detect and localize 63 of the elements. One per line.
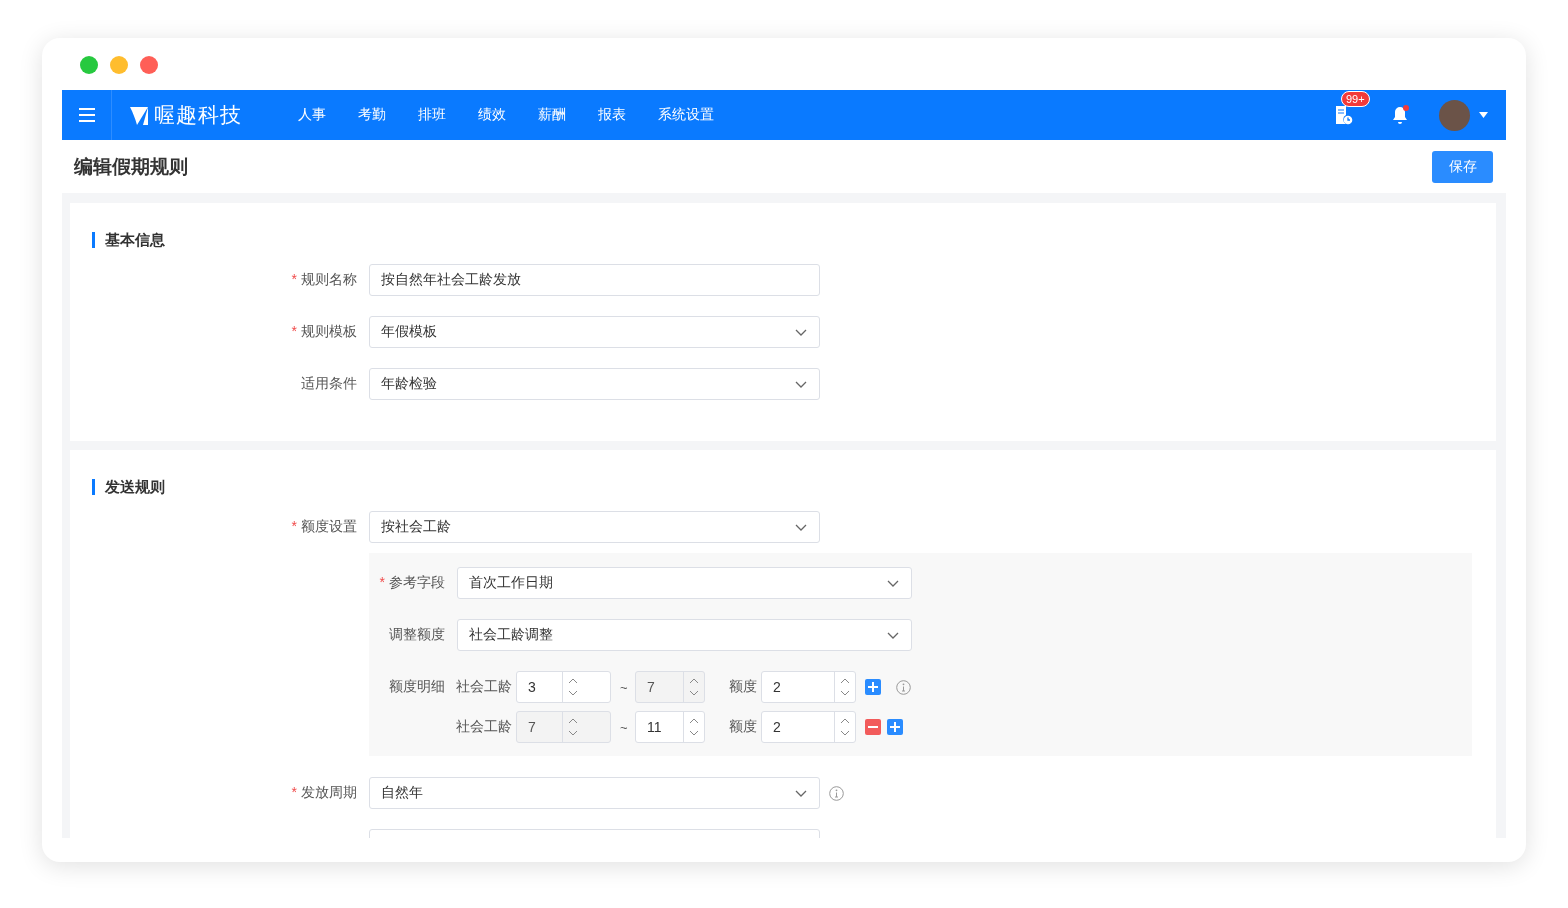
nav-menu-item[interactable]: 系统设置 [642, 106, 730, 124]
window-control-dot[interactable] [140, 56, 158, 74]
field-label: 社会工龄 [456, 718, 512, 736]
nav-menu-item[interactable]: 绩效 [462, 106, 522, 124]
required-mark: * [379, 574, 385, 590]
plus-icon [868, 682, 878, 692]
select-field[interactable]: 首次工作日期 [457, 567, 912, 599]
nav-menu-item[interactable]: 排班 [402, 106, 462, 124]
field-label: * 参考字段 [378, 574, 445, 592]
field-label: 额度明细 [388, 678, 445, 696]
brand-name: 喔趣科技 [154, 102, 242, 128]
info-icon[interactable] [829, 785, 844, 801]
nav-menu-item[interactable]: 薪酬 [522, 106, 582, 124]
number-input[interactable]: 11 [635, 711, 705, 743]
add-button[interactable] [887, 719, 903, 735]
document-clock-icon[interactable] [1335, 105, 1353, 125]
caret-icon[interactable] [1479, 112, 1488, 118]
nav-menu-item[interactable]: 考勤 [342, 106, 402, 124]
add-button[interactable] [865, 679, 881, 695]
field-label: * 发放周期 [290, 784, 357, 802]
field-label: 社会工龄 [456, 678, 512, 696]
avatar[interactable] [1439, 99, 1470, 131]
select-field[interactable]: 按社会工龄 [369, 511, 820, 543]
field-label: * 规则模板 [290, 323, 357, 341]
chevron-down-icon [795, 789, 807, 797]
window-control-dot[interactable] [110, 56, 128, 74]
select-field[interactable]: 年假模板 [369, 316, 820, 348]
chevron-down-icon [795, 523, 807, 531]
select-field[interactable]: 年龄检验 [369, 368, 820, 400]
select-field[interactable]: 自然年 [369, 777, 820, 809]
bell-icon[interactable] [1391, 105, 1409, 125]
field-label: 额度 [729, 718, 757, 736]
plus-icon [890, 722, 900, 732]
page-title: 编辑假期规则 [74, 154, 188, 179]
nav-menu-item[interactable]: 人事 [282, 106, 342, 124]
number-input[interactable]: 2 [761, 671, 856, 703]
field-label: * 额度设置 [290, 518, 357, 536]
text-input[interactable]: 按自然年社会工龄发放 [369, 264, 820, 296]
section-title: 基本信息 [92, 232, 1472, 248]
chevron-down-icon [887, 579, 899, 587]
field-label: 适用条件 [300, 375, 357, 393]
field-label: * 规则名称 [290, 271, 357, 289]
required-mark: * [291, 518, 297, 534]
number-input[interactable]: 2 [761, 711, 856, 743]
field-label: 调整额度 [388, 626, 445, 644]
window-control-dot[interactable] [80, 56, 98, 74]
logo-icon [128, 104, 150, 126]
select-field[interactable]: 社会工龄调整 [457, 619, 912, 651]
required-mark: * [291, 323, 297, 339]
notification-count-badge: 99+ [1341, 91, 1370, 107]
required-mark: * [291, 784, 297, 800]
number-input[interactable]: 3 [516, 671, 611, 703]
field-label: 额度 [729, 678, 757, 696]
chevron-down-icon [887, 631, 899, 639]
info-icon[interactable] [896, 679, 911, 695]
required-mark: * [291, 271, 297, 287]
range-separator: ~ [620, 719, 628, 735]
chevron-down-icon [795, 380, 807, 388]
chevron-down-icon [795, 328, 807, 336]
nav-menu-item[interactable]: 报表 [582, 106, 642, 124]
range-separator: ~ [620, 679, 628, 695]
section-title: 发送规则 [92, 479, 1472, 495]
remove-button[interactable] [865, 719, 881, 735]
